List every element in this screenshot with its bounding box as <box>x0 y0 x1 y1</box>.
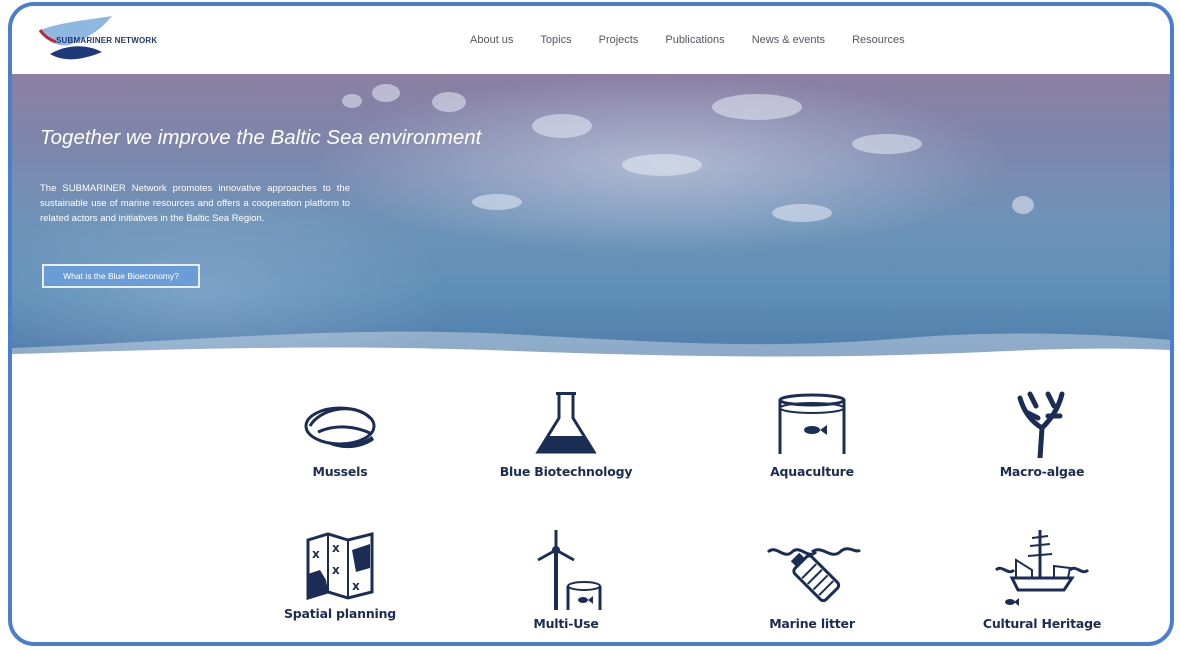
topic-macro-algae[interactable]: Macro-algae <box>942 388 1142 479</box>
nav-news-events[interactable]: News & events <box>752 34 825 46</box>
hero-banner: Together we improve the Baltic Sea envir… <box>12 74 1170 366</box>
flask-icon <box>535 392 597 454</box>
map-icon: x x x x <box>306 532 374 600</box>
topic-cultural-heritage[interactable]: Cultural Heritage <box>942 530 1142 631</box>
nav-about-us[interactable]: About us <box>470 34 513 46</box>
nav-resources[interactable]: Resources <box>852 34 905 46</box>
topic-label: Multi-Use <box>533 616 599 631</box>
topic-aquaculture[interactable]: Aquaculture <box>712 388 912 479</box>
svg-text:x: x <box>332 563 340 577</box>
wave-divider <box>12 331 1170 366</box>
hero-title: Together we improve the Baltic Sea envir… <box>40 126 482 149</box>
topic-spatial-planning[interactable]: x x x x Spatial planning <box>240 530 440 621</box>
topic-label: Mussels <box>312 464 368 479</box>
logo[interactable]: SUBMARINER NETWORK <box>32 14 162 70</box>
wind-turbine-icon <box>537 530 602 610</box>
bottle-icon <box>766 547 862 603</box>
topic-label: Cultural Heritage <box>982 616 1102 631</box>
blue-bioeconomy-button[interactable]: What is the Blue Bioeconomy? <box>42 264 200 288</box>
svg-text:x: x <box>352 579 360 593</box>
header: SUBMARINER NETWORK About us Topics Proje… <box>12 6 1170 74</box>
nav-projects[interactable]: Projects <box>599 34 639 46</box>
svg-text:x: x <box>332 541 340 555</box>
main-nav: About us Topics Projects Publications Ne… <box>470 34 932 46</box>
topic-multi-use[interactable]: Multi-Use <box>466 530 666 631</box>
topic-blue-biotechnology[interactable]: Blue Biotechnology <box>466 388 666 479</box>
mussel-icon <box>304 406 376 449</box>
browser-frame: SUBMARINER NETWORK About us Topics Proje… <box>8 2 1174 646</box>
hero-description: The SUBMARINER Network promotes innovati… <box>40 183 350 224</box>
topic-marine-litter[interactable]: Marine litter <box>712 530 912 631</box>
topic-mussels[interactable]: Mussels <box>240 388 440 479</box>
topic-label: Blue Biotechnology <box>499 464 633 479</box>
nav-topics[interactable]: Topics <box>540 34 571 46</box>
nav-publications[interactable]: Publications <box>665 34 724 46</box>
logo-text: SUBMARINER NETWORK <box>56 36 158 45</box>
topic-label: Spatial planning <box>283 606 397 621</box>
ship-icon <box>994 530 1090 606</box>
fish-cage-icon <box>778 393 846 454</box>
topic-label: Marine litter <box>769 616 855 631</box>
topic-label: Aquaculture <box>770 464 854 479</box>
svg-text:x: x <box>312 547 320 561</box>
seaweed-icon <box>1017 391 1065 458</box>
topic-label: Macro-algae <box>999 464 1085 479</box>
